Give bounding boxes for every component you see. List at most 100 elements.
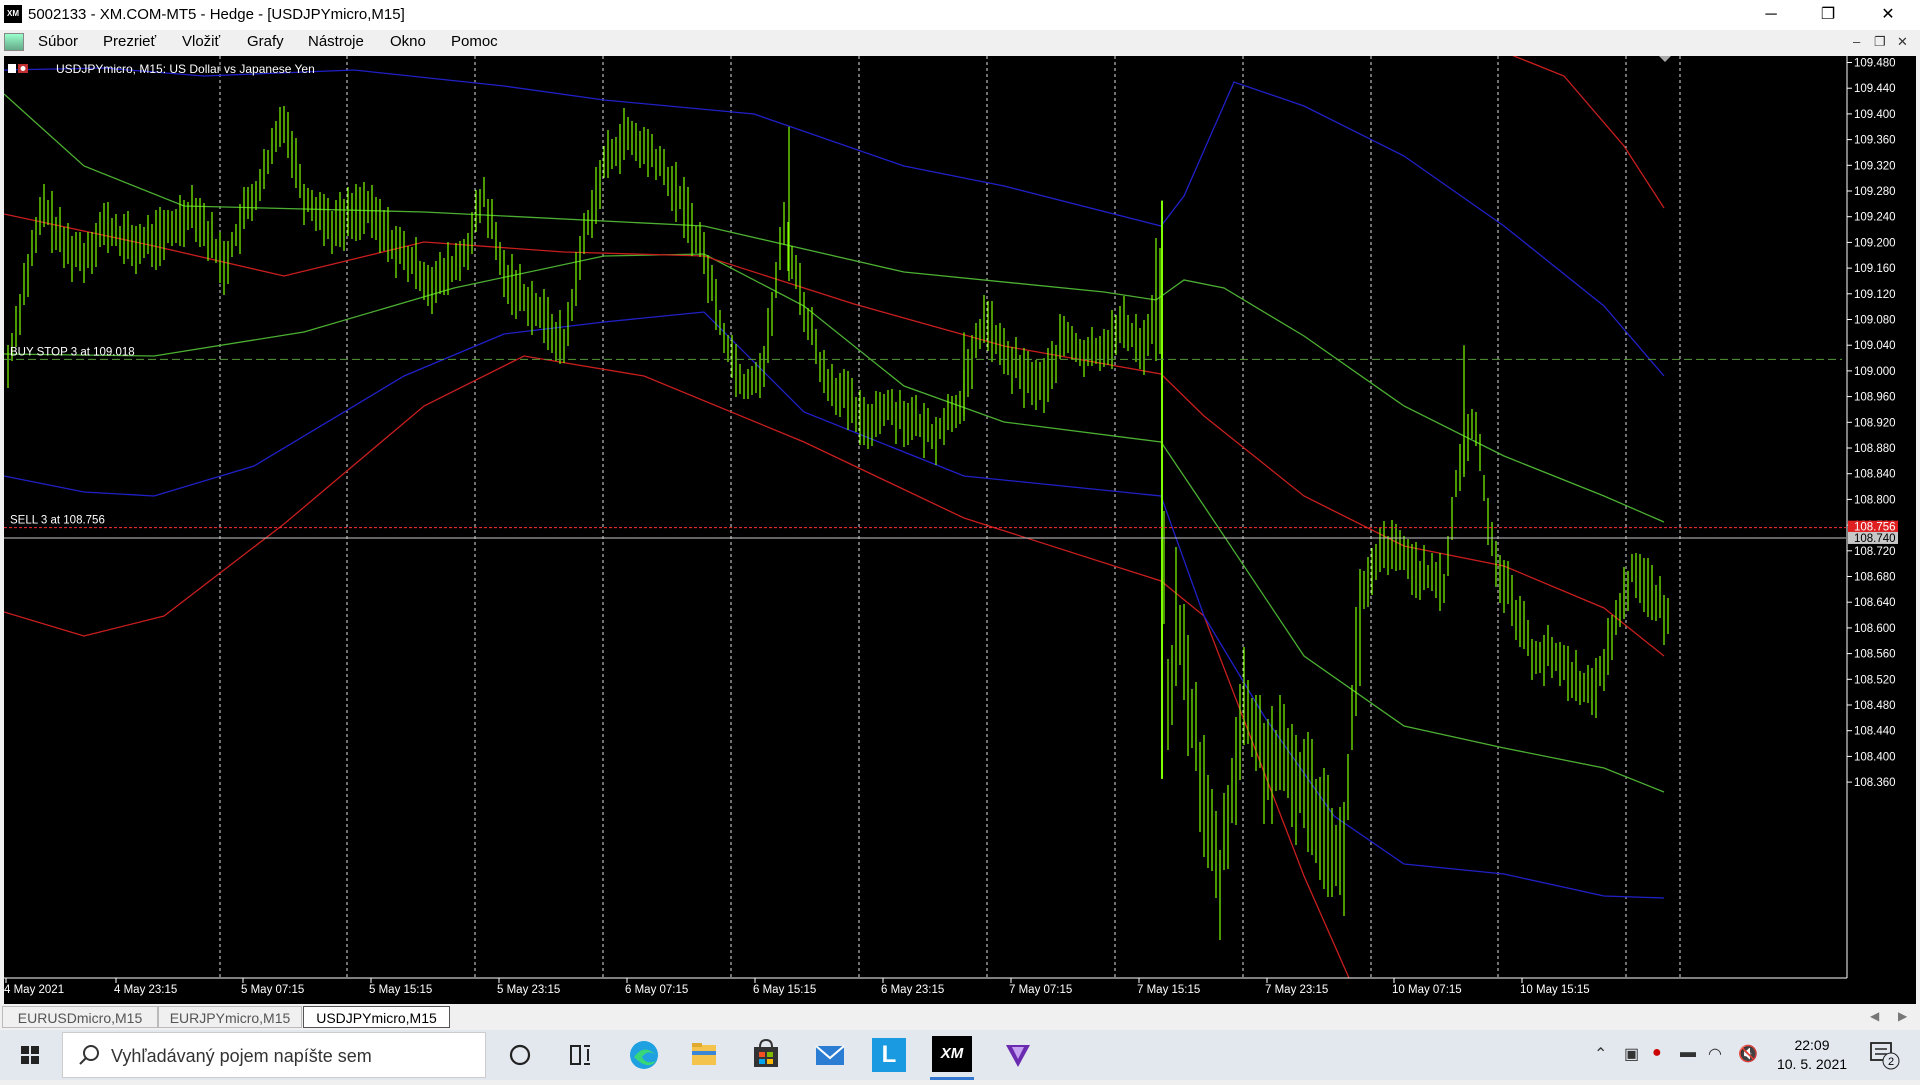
- volume-muted-icon[interactable]: 🔇: [1738, 1044, 1758, 1064]
- tab-usdjpy[interactable]: USDJPYmicro,M15: [303, 1006, 450, 1028]
- search-icon: [79, 1045, 99, 1065]
- price-label: 109.440: [1854, 83, 1896, 95]
- xm-app-icon: XM: [4, 5, 22, 23]
- bid-price-text: 108.740: [1854, 533, 1896, 545]
- mail-icon[interactable]: [806, 1035, 854, 1075]
- show-hidden-icons[interactable]: ⌃: [1594, 1044, 1607, 1064]
- window-title: 5002133 - XM.COM-MT5 - Hedge - [USDJPYmi…: [28, 6, 405, 23]
- price-label: 109.320: [1854, 160, 1896, 172]
- meet-now-icon[interactable]: ▣: [1624, 1044, 1639, 1064]
- price-label: 108.880: [1854, 443, 1896, 455]
- time-label: 5 May 07:15: [241, 984, 304, 996]
- mdi-restore-button[interactable]: ❐: [1874, 34, 1886, 50]
- chart-window[interactable]: BUY STOP 3 at 109.018 SELL 3 at 108.756 1…: [4, 56, 1916, 1004]
- time-label: 10 May 15:15: [1520, 984, 1590, 996]
- price-chart[interactable]: BUY STOP 3 at 109.018 SELL 3 at 108.756 1…: [4, 56, 1916, 1004]
- chart-tabs: EURUSDmicro,M15 EURJPYmicro,M15 USDJPYmi…: [0, 1005, 1920, 1029]
- price-label: 108.920: [1854, 417, 1896, 429]
- tab-eurjpy[interactable]: EURJPYmicro,M15: [158, 1006, 302, 1028]
- clock-date: 10. 5. 2021: [1776, 1056, 1848, 1072]
- sell-label: SELL 3 at 108.756: [10, 515, 105, 527]
- time-label: 5 May 23:15: [497, 984, 560, 996]
- battery-icon[interactable]: ▬: [1680, 1044, 1696, 1062]
- buy-stop-label: BUY STOP 3 at 109.018: [10, 346, 135, 358]
- windows-logo-icon: [21, 1046, 39, 1064]
- price-label: 108.360: [1854, 777, 1896, 789]
- price-label: 109.480: [1854, 58, 1896, 70]
- clock-time: 22:09: [1794, 1037, 1830, 1053]
- price-label: 108.600: [1854, 623, 1896, 635]
- windows-taskbar: Vyhľadávaný pojem napíšte sem L XM ⌃ ▣ ●…: [0, 1030, 1920, 1080]
- tab-eurusd[interactable]: EURUSDmicro,M15: [2, 1006, 158, 1028]
- price-label: 108.800: [1854, 494, 1896, 506]
- start-button[interactable]: [0, 1030, 60, 1080]
- vivaldi-icon[interactable]: [994, 1035, 1042, 1075]
- menu-bar: Súbor Prezrieť Vložiť Grafy Nástroje Okn…: [0, 30, 1920, 54]
- ask-price-text: 108.756: [1854, 522, 1896, 534]
- xm-icon[interactable]: XM: [932, 1036, 972, 1072]
- menu-view[interactable]: Prezrieť: [103, 33, 156, 50]
- price-label: 108.560: [1854, 649, 1896, 661]
- price-label: 109.000: [1854, 366, 1896, 378]
- taskbar-search[interactable]: Vyhľadávaný pojem napíšte sem: [62, 1032, 486, 1078]
- price-label: 108.680: [1854, 572, 1896, 584]
- price-label: 109.240: [1854, 212, 1896, 224]
- search-placeholder: Vyhľadávaný pojem napíšte sem: [111, 1046, 372, 1066]
- price-label: 108.640: [1854, 597, 1896, 609]
- menu-insert[interactable]: Vložiť: [182, 33, 220, 50]
- clock[interactable]: 22:09 10. 5. 2021: [1760, 1036, 1864, 1074]
- menu-file[interactable]: Súbor: [38, 33, 78, 50]
- mdi-minimize-button[interactable]: ‒: [1853, 34, 1860, 49]
- wifi-icon[interactable]: ◠: [1708, 1044, 1722, 1064]
- time-label: 6 May 23:15: [881, 984, 944, 996]
- l-app-icon[interactable]: L: [872, 1038, 906, 1072]
- price-label: 109.280: [1854, 186, 1896, 198]
- minimize-button[interactable]: ─: [1743, 0, 1799, 30]
- menu-window[interactable]: Okno: [390, 33, 426, 50]
- menu-tools[interactable]: Nástroje: [308, 33, 364, 50]
- price-label: 108.480: [1854, 700, 1896, 712]
- price-label: 109.160: [1854, 263, 1896, 275]
- time-label: 5 May 15:15: [369, 984, 432, 996]
- price-label: 109.400: [1854, 109, 1896, 121]
- flag-icon: [8, 64, 16, 73]
- price-label: 108.440: [1854, 726, 1896, 738]
- menu-help[interactable]: Pomoc: [451, 33, 498, 50]
- store-icon[interactable]: [742, 1035, 790, 1075]
- price-label: 108.720: [1854, 546, 1896, 558]
- price-label: 109.120: [1854, 289, 1896, 301]
- time-label: 10 May 07:15: [1392, 984, 1462, 996]
- time-label: 7 May 07:15: [1009, 984, 1072, 996]
- security-icon[interactable]: ●: [1652, 1044, 1662, 1062]
- close-button[interactable]: ✕: [1860, 0, 1916, 30]
- restore-button[interactable]: ❐: [1800, 0, 1856, 30]
- task-view-icon[interactable]: [556, 1035, 604, 1075]
- time-label: 6 May 15:15: [753, 984, 816, 996]
- notification-count: 2: [1888, 1056, 1894, 1068]
- price-label: 109.360: [1854, 135, 1896, 147]
- price-label: 108.400: [1854, 751, 1896, 763]
- time-label: 4 May 2021: [4, 984, 64, 996]
- price-label: 109.200: [1854, 237, 1896, 249]
- tab-scroll-right-icon[interactable]: ▶: [1898, 1009, 1907, 1023]
- price-label: 108.520: [1854, 674, 1896, 686]
- flag-dot: [20, 66, 26, 71]
- cortana-icon[interactable]: [496, 1035, 544, 1075]
- price-label: 109.080: [1854, 315, 1896, 327]
- title-bar: XM 5002133 - XM.COM-MT5 - Hedge - [USDJP…: [0, 0, 1920, 30]
- tab-scroll-left-icon[interactable]: ◀: [1870, 1009, 1879, 1023]
- time-label: 7 May 15:15: [1137, 984, 1200, 996]
- mdi-close-button[interactable]: ✕: [1897, 34, 1908, 50]
- symbol-label: USDJPYmicro, M15: US Dollar vs Japanese …: [56, 62, 315, 76]
- time-label: 6 May 07:15: [625, 984, 688, 996]
- price-label: 109.040: [1854, 340, 1896, 352]
- edge-icon[interactable]: [620, 1035, 668, 1075]
- time-label: 4 May 23:15: [114, 984, 177, 996]
- notification-icon[interactable]: 2: [1868, 1040, 1902, 1070]
- price-label: 108.960: [1854, 392, 1896, 404]
- file-explorer-icon[interactable]: [680, 1035, 728, 1075]
- menu-charts[interactable]: Grafy: [247, 33, 284, 50]
- time-label: 7 May 23:15: [1265, 984, 1328, 996]
- price-label: 108.840: [1854, 469, 1896, 481]
- chart-window-icon[interactable]: [4, 33, 24, 51]
